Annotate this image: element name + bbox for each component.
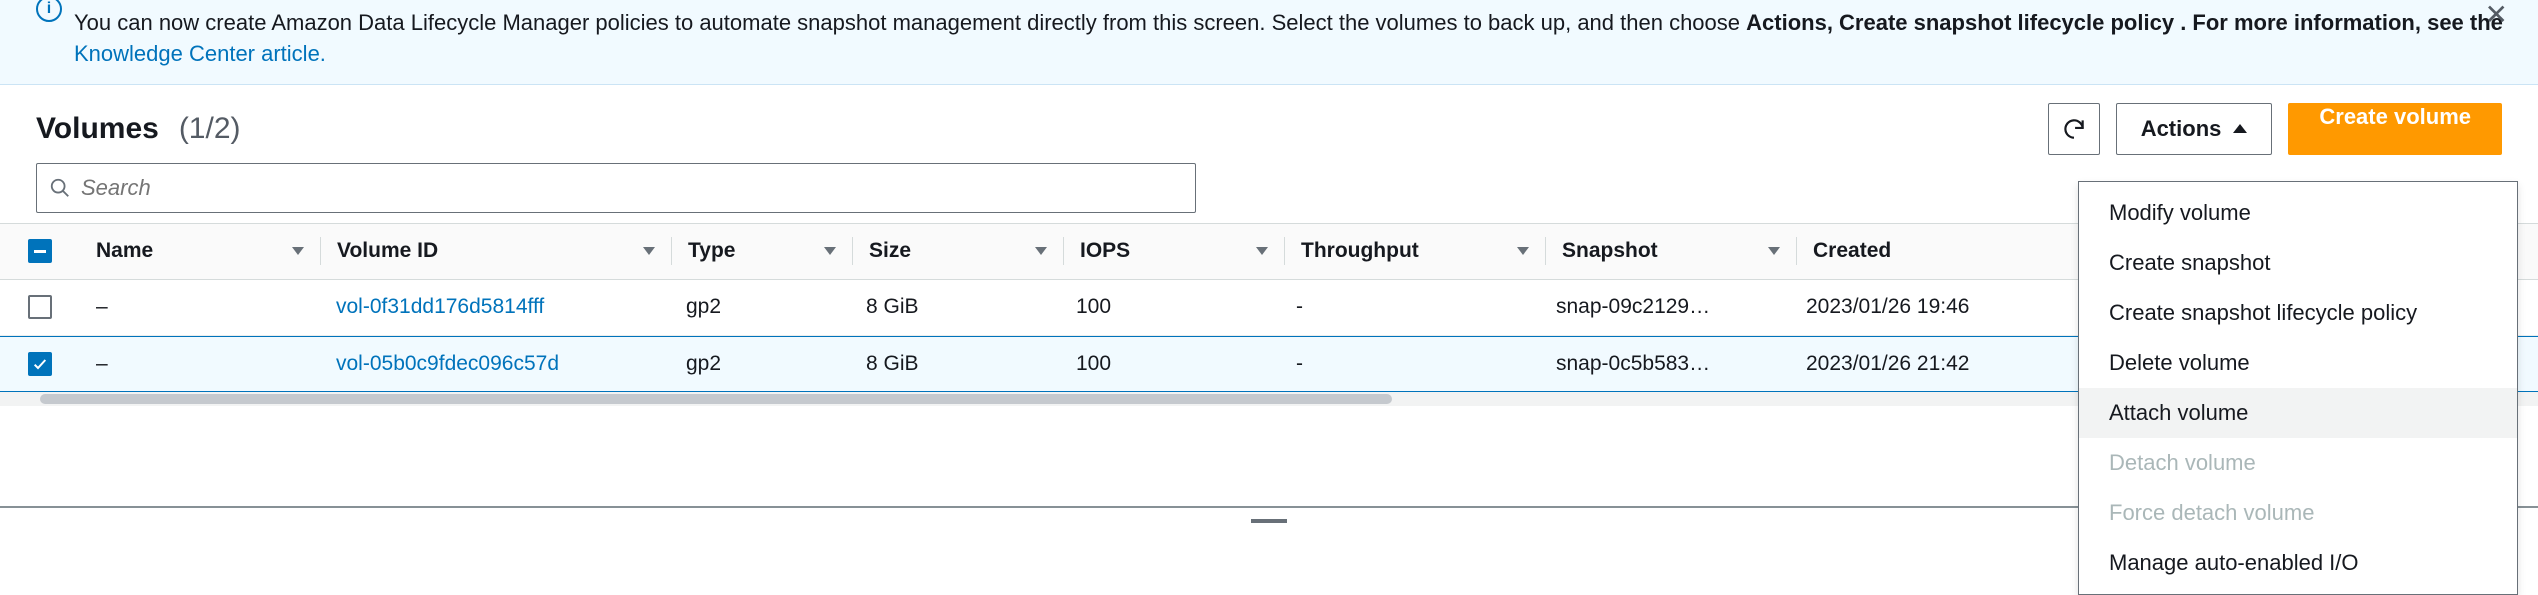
volume-id-link[interactable]: vol-0f31dd176d5814fff: [336, 295, 544, 319]
row-checkbox[interactable]: [28, 295, 52, 319]
col-iops[interactable]: IOPS: [1080, 239, 1130, 263]
page-header: Volumes (1/2) Actions Create volume: [0, 85, 2538, 159]
create-volume-button[interactable]: Create volume: [2288, 103, 2502, 155]
actions-menu-item[interactable]: Delete volume: [2079, 338, 2517, 388]
actions-menu-item[interactable]: Attach volume: [2079, 388, 2517, 438]
cell-size: 8 GiB: [850, 295, 1060, 319]
info-icon: i: [36, 0, 62, 22]
sort-caret-icon: [292, 247, 304, 255]
actions-menu: Modify volumeCreate snapshotCreate snaps…: [2078, 181, 2518, 595]
info-banner: i You can now create Amazon Data Lifecyc…: [0, 0, 2538, 85]
caret-up-icon: [2233, 124, 2247, 133]
col-created[interactable]: Created: [1813, 239, 1891, 263]
sort-caret-icon: [1517, 247, 1529, 255]
banner-text-line1: You can now create Amazon Data Lifecycle…: [74, 10, 1746, 35]
page-title: Volumes: [36, 112, 159, 146]
actions-menu-item[interactable]: Modify volume: [2079, 188, 2517, 238]
cell-size: 8 GiB: [850, 352, 1060, 376]
search-icon: [49, 177, 71, 199]
col-snapshot[interactable]: Snapshot: [1562, 239, 1658, 263]
cell-iops: 100: [1060, 352, 1280, 376]
sort-caret-icon: [643, 247, 655, 255]
cell-type: gp2: [670, 295, 850, 319]
sort-caret-icon: [1256, 247, 1268, 255]
refresh-button[interactable]: [2048, 103, 2100, 155]
cell-snapshot: snap-09c2129…: [1540, 295, 1790, 319]
banner-link[interactable]: Knowledge Center article.: [74, 41, 326, 66]
cell-throughput: -: [1280, 352, 1540, 376]
cell-throughput: -: [1280, 295, 1540, 319]
actions-label: Actions: [2141, 116, 2222, 142]
select-all-checkbox[interactable]: [28, 239, 52, 263]
actions-menu-item: Force detach volume: [2079, 488, 2517, 538]
volume-id-link[interactable]: vol-05b0c9fdec096c57d: [336, 352, 559, 376]
cell-name: –: [80, 352, 320, 376]
actions-menu-item[interactable]: Create snapshot: [2079, 238, 2517, 288]
col-type[interactable]: Type: [688, 239, 735, 263]
page-count: (1/2): [179, 112, 241, 146]
cell-snapshot: snap-0c5b583…: [1540, 352, 1790, 376]
cell-created: 2023/01/26 19:46: [1790, 295, 2050, 319]
col-volume-id[interactable]: Volume ID: [337, 239, 438, 263]
grip-icon: [1251, 519, 1287, 523]
search-box[interactable]: [36, 163, 1196, 213]
banner-text-line2: . For more information, see the: [2180, 10, 2503, 35]
search-input[interactable]: [81, 175, 1183, 201]
banner-bold: Actions, Create snapshot lifecycle polic…: [1746, 10, 2174, 35]
cell-iops: 100: [1060, 295, 1280, 319]
cell-created: 2023/01/26 21:42: [1790, 352, 2050, 376]
actions-menu-item: Detach volume: [2079, 438, 2517, 488]
banner-close-icon[interactable]: ✕: [2485, 0, 2508, 31]
refresh-icon: [2061, 116, 2087, 142]
actions-menu-item[interactable]: Manage auto-enabled I/O: [2079, 538, 2517, 588]
sort-caret-icon: [1768, 247, 1780, 255]
actions-button[interactable]: Actions: [2116, 103, 2273, 155]
sort-caret-icon: [1035, 247, 1047, 255]
cell-type: gp2: [670, 352, 850, 376]
sort-caret-icon: [824, 247, 836, 255]
col-size[interactable]: Size: [869, 239, 911, 263]
cell-name: –: [80, 295, 320, 319]
actions-menu-item[interactable]: Create snapshot lifecycle policy: [2079, 288, 2517, 338]
col-throughput[interactable]: Throughput: [1301, 239, 1419, 263]
scrollbar-thumb[interactable]: [40, 394, 1392, 404]
row-checkbox[interactable]: [28, 352, 52, 376]
col-name[interactable]: Name: [96, 239, 153, 263]
